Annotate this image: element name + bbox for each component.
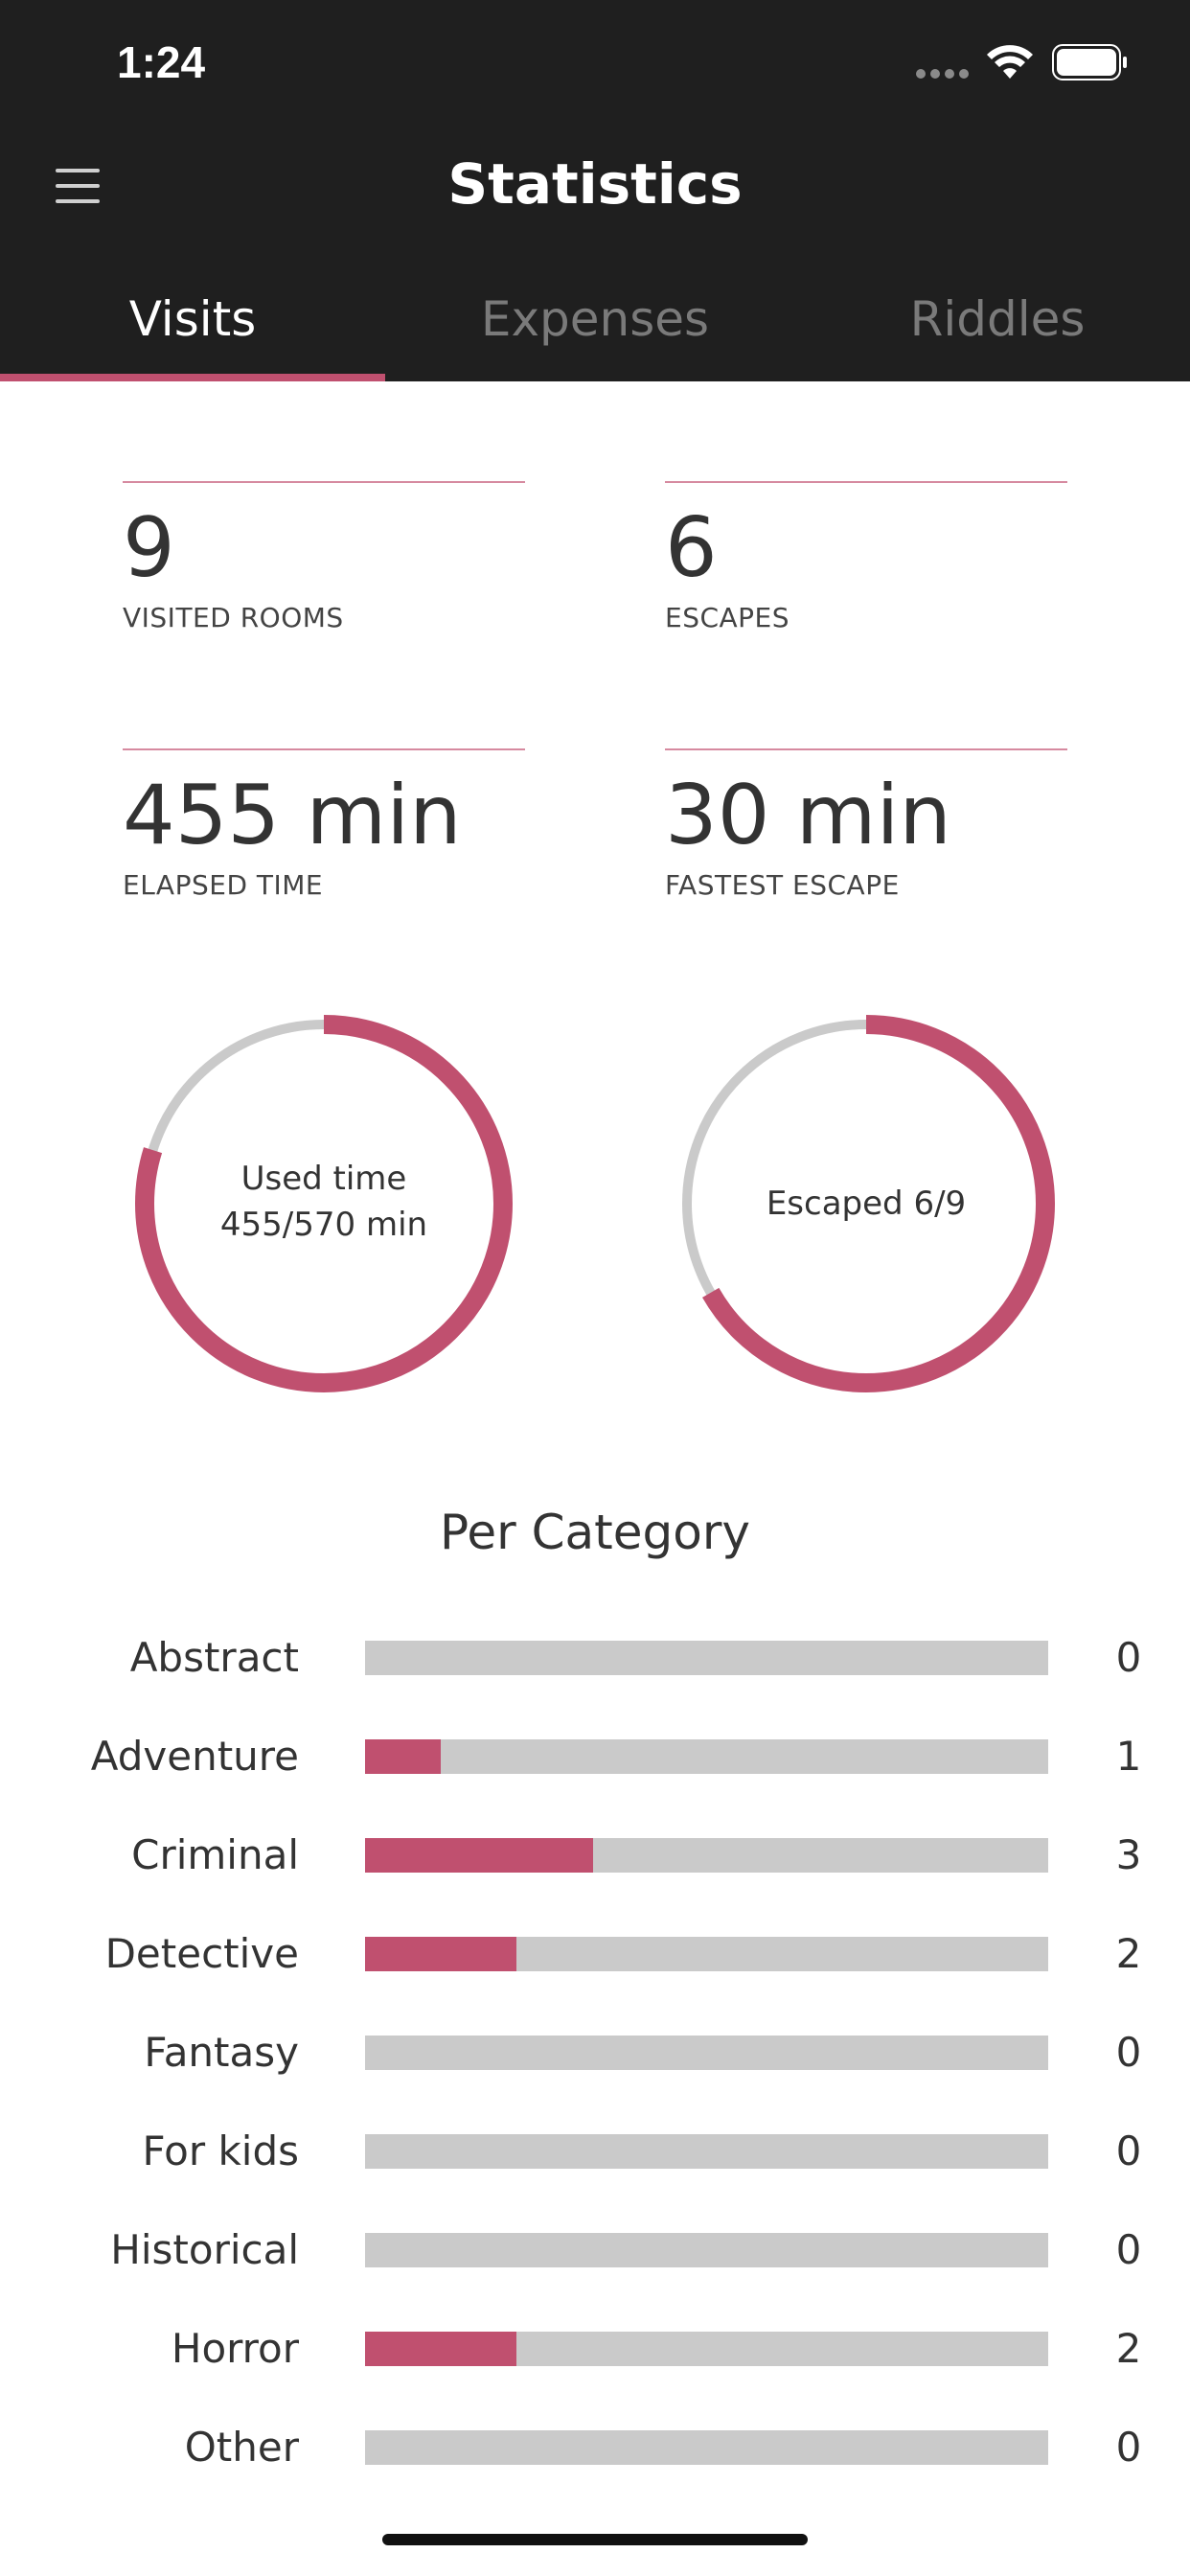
stat-label: VISITED ROOMS — [123, 602, 344, 633]
category-row: Abstract 0 — [0, 1629, 1190, 1687]
category-label: Historical — [110, 2226, 299, 2273]
stat-value: 30 min — [665, 768, 951, 863]
category-row: Horror 2 — [0, 2320, 1190, 2378]
category-count: 3 — [1115, 1831, 1142, 1878]
category-count: 0 — [1115, 2128, 1142, 2174]
wifi-icon — [987, 45, 1033, 79]
stat-escapes: 6 ESCAPES — [665, 481, 1067, 633]
category-bar-track — [365, 2233, 1048, 2267]
used-time-value: 455/570 min — [219, 1206, 428, 1244]
stat-divider — [665, 481, 1067, 483]
category-bar-fill — [365, 1937, 517, 1971]
category-label: Criminal — [131, 1831, 299, 1878]
category-bar-fill — [365, 1838, 593, 1873]
battery-icon — [1052, 44, 1127, 80]
stat-divider — [123, 748, 525, 750]
category-bar-track — [365, 1739, 1048, 1774]
home-indicator — [382, 2534, 808, 2545]
category-label: Abstract — [129, 1634, 299, 1681]
category-label: Fantasy — [144, 2029, 299, 2076]
category-row: Fantasy 0 — [0, 2024, 1190, 2082]
status-time: 1:24 — [117, 37, 206, 87]
escaped-label: Escaped 6/9 — [766, 1184, 967, 1223]
category-row: Adventure 1 — [0, 1728, 1190, 1785]
category-count: 0 — [1115, 1634, 1142, 1681]
category-count: 0 — [1115, 2424, 1142, 2471]
category-row: Criminal 3 — [0, 1827, 1190, 1884]
stat-value: 6 — [665, 500, 718, 596]
category-row: Historical 0 — [0, 2221, 1190, 2279]
stat-value: 9 — [123, 500, 175, 596]
category-bar-track — [365, 2134, 1048, 2169]
signal-icon — [916, 69, 970, 80]
category-bar-track — [365, 2332, 1048, 2366]
category-label: Other — [184, 2424, 299, 2471]
category-bar-track — [365, 1641, 1048, 1675]
stat-value: 455 min — [123, 768, 462, 863]
category-row: Detective 2 — [0, 1925, 1190, 1983]
tab-bar: Visits Expenses Riddles — [0, 278, 1190, 381]
category-count: 0 — [1115, 2226, 1142, 2273]
used-time-ring: Used time 455/570 min — [134, 1014, 514, 1393]
category-label: Horror — [171, 2325, 299, 2372]
category-bar-track — [365, 1838, 1048, 1873]
per-category-title: Per Category — [440, 1505, 750, 1560]
stat-label: FASTEST ESCAPE — [665, 869, 900, 901]
stat-visited-rooms: 9 VISITED ROOMS — [123, 481, 525, 633]
app-header: 1:24 Statistics Visits Expenses Riddles — [0, 0, 1190, 381]
category-count: 1 — [1115, 1733, 1142, 1780]
tab-riddles[interactable]: Riddles — [805, 278, 1190, 381]
page-title: Statistics — [447, 151, 743, 217]
category-count: 0 — [1115, 2029, 1142, 2076]
category-count: 2 — [1115, 2325, 1142, 2372]
active-tab-indicator — [0, 374, 385, 381]
tab-visits[interactable]: Visits — [0, 278, 385, 381]
category-bar-track — [365, 2430, 1048, 2465]
stat-label: ELAPSED TIME — [123, 869, 324, 901]
category-row: Other 0 — [0, 2419, 1190, 2476]
stat-label: ESCAPES — [665, 602, 790, 633]
category-label: Detective — [104, 1930, 299, 1977]
category-row: For kids 0 — [0, 2123, 1190, 2180]
category-label: Adventure — [90, 1733, 299, 1780]
used-time-label: Used time — [240, 1160, 407, 1198]
category-bar-track — [365, 1937, 1048, 1971]
category-bar-fill — [365, 1739, 442, 1774]
category-bar-track — [365, 2036, 1048, 2070]
escaped-ring: Escaped 6/9 — [676, 1014, 1056, 1393]
tab-expenses[interactable]: Expenses — [402, 278, 788, 381]
category-bar-fill — [365, 2332, 517, 2366]
category-label: For kids — [142, 2128, 299, 2174]
stat-divider — [665, 748, 1067, 750]
stat-elapsed-time: 455 min ELAPSED TIME — [123, 748, 525, 901]
stat-divider — [123, 481, 525, 483]
category-count: 2 — [1115, 1930, 1142, 1977]
stat-fastest-escape: 30 min FASTEST ESCAPE — [665, 748, 1067, 901]
